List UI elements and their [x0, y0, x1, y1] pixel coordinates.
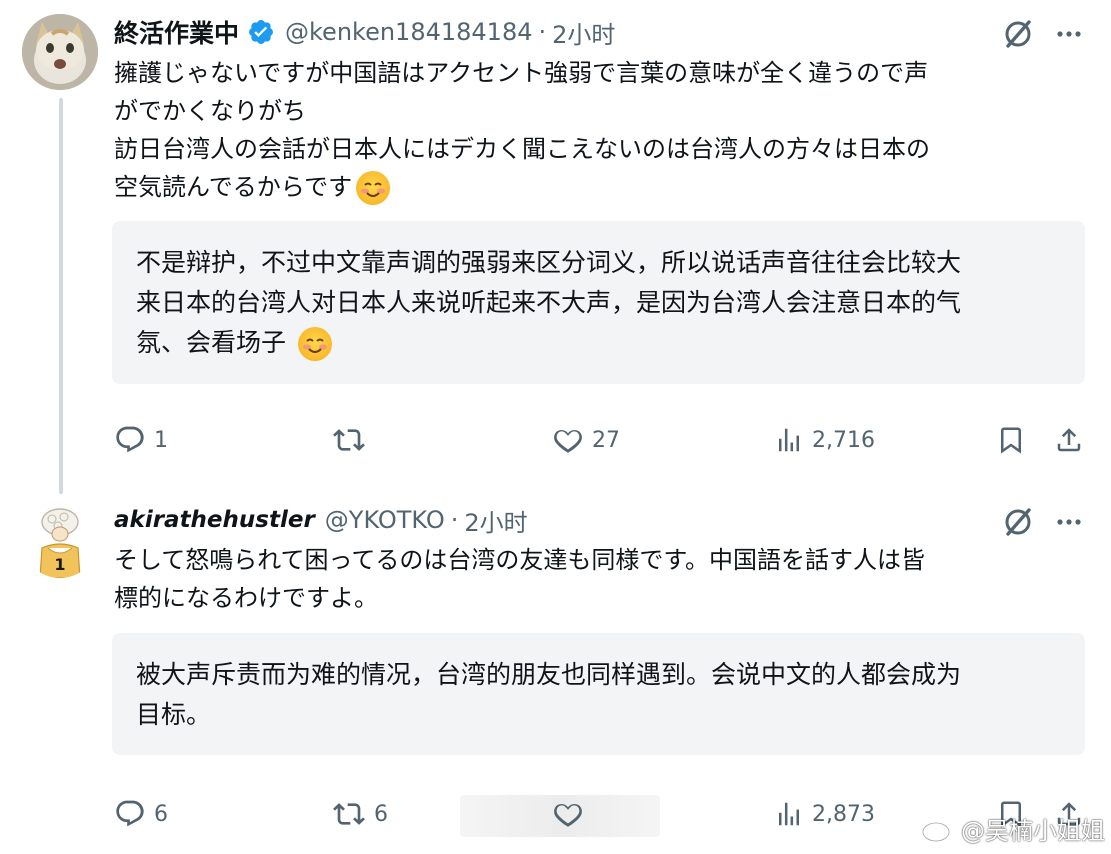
- user-handle[interactable]: @YKOTKO: [325, 506, 445, 534]
- tweet-text-line: 訪日台湾人の会話が日本人にはデカく聞こえないのは台湾人の方々は日本の: [114, 135, 930, 163]
- reply-count: 6: [154, 801, 168, 827]
- tweet-header: akirathehustler @YKOTKO · 2小时: [114, 502, 528, 538]
- translation-line: 目标。: [136, 700, 212, 729]
- tweet-text-line: 空気読んでるからです: [114, 173, 353, 201]
- tweet-text-line: がでかくなりがち: [114, 97, 306, 125]
- reply-button[interactable]: 1: [114, 424, 168, 456]
- retweet-icon: [333, 429, 365, 451]
- emoji-smiling-blush-icon: [298, 327, 333, 361]
- translation-line-with-emoji: 氛、会看场子: [136, 323, 961, 363]
- grok-icon[interactable]: [1002, 506, 1034, 538]
- tweet-header: 終活作業中 @kenken184184184 · 2小时: [114, 14, 615, 50]
- display-name[interactable]: 終活作業中: [114, 14, 239, 50]
- translation-box: 被大声斥责而为难的情况，台湾的朋友也同样遇到。会说中文的人都会成为 目标。: [112, 633, 1085, 755]
- tweet-text-line: 擁護じゃないですが中国語はアクセント強弱で言葉の意味が全く違うので声: [114, 59, 929, 87]
- verified-badge-icon: [249, 20, 273, 44]
- translation-line: 氛、会看场子: [136, 328, 287, 357]
- reply-button[interactable]: 6: [114, 798, 168, 830]
- tweet-text-line: 標的になるわけですよ。: [114, 584, 378, 612]
- views-button[interactable]: 2,873: [774, 798, 875, 830]
- translation-line: 不是辩护，不过中文靠声调的强弱来区分词义，所以说话声音往往会比较大: [136, 248, 962, 277]
- separator-dot: ·: [450, 506, 459, 534]
- views-count: 2,873: [812, 801, 875, 827]
- svg-text:1: 1: [54, 555, 65, 574]
- translation-text: 不是辩护，不过中文靠声调的强弱来区分词义，所以说话声音往往会比较大 来日本的台湾…: [136, 243, 961, 363]
- cat-avatar-icon: [22, 14, 98, 90]
- retweet-button[interactable]: [332, 424, 374, 456]
- like-count: 27: [592, 427, 620, 453]
- more-icon[interactable]: [1054, 19, 1084, 49]
- retweet-button[interactable]: 6: [332, 798, 388, 830]
- tweet-text-line: そして怒鳴られて困ってるのは台湾の友達も同様です。中国語を話す人は皆: [114, 546, 925, 574]
- timestamp[interactable]: 2小时: [552, 15, 615, 50]
- tweet-text-line-with-emoji: 空気読んでるからです: [114, 168, 1074, 206]
- weibo-watermark: @吴楠小姐姐: [921, 811, 1105, 846]
- more-icon[interactable]: [1054, 507, 1084, 537]
- views-button[interactable]: 2,716: [774, 424, 875, 456]
- tweet-text: 擁護じゃないですが中国語はアクセント強弱で言葉の意味が全く違うので声 がでかくな…: [114, 54, 1074, 206]
- tweet-top-actions: [1002, 18, 1084, 50]
- avatar[interactable]: [22, 14, 98, 90]
- tweet-text: そして怒鳴られて困ってるのは台湾の友達も同様です。中国語を話す人は皆 標的になる…: [114, 541, 1074, 617]
- translation-line: 来日本的台湾人对日本人来说听起来不大声，是因为台湾人会注意日本的气: [136, 288, 962, 317]
- like-button[interactable]: 27: [552, 424, 620, 456]
- views-icon: [779, 428, 799, 452]
- like-button[interactable]: [552, 798, 592, 830]
- like-icon: [554, 804, 582, 827]
- avatar[interactable]: 1: [22, 502, 98, 578]
- separator-dot: ·: [538, 18, 547, 46]
- thread-connector-line: [59, 98, 63, 494]
- like-icon: [554, 430, 582, 453]
- retweet-count: 6: [374, 801, 388, 827]
- emoji-smiling-blush-icon: [356, 171, 391, 205]
- watermark-text: @吴楠小姐姐: [961, 817, 1105, 845]
- retweet-icon: [333, 803, 365, 825]
- grok-icon[interactable]: [1002, 18, 1034, 50]
- reply-count: 1: [154, 427, 168, 453]
- basketball-player-avatar-icon: 1: [22, 502, 98, 578]
- user-handle[interactable]: @kenken184184184: [285, 18, 532, 46]
- views-count: 2,716: [812, 427, 875, 453]
- translation-box: 不是辩护，不过中文靠声调的强弱来区分词义，所以说话声音往往会比较大 来日本的台湾…: [112, 221, 1085, 384]
- weibo-icon: [921, 817, 954, 842]
- timestamp[interactable]: 2小时: [464, 503, 527, 538]
- translation-line: 被大声斥责而为难的情况，台湾的朋友也同样遇到。会说中文的人都会成为: [136, 660, 962, 689]
- reply-icon: [116, 800, 144, 827]
- views-icon: [779, 802, 799, 826]
- reply-icon: [116, 426, 144, 453]
- tweet-top-actions: [1002, 506, 1084, 538]
- share-icon[interactable]: [1054, 424, 1084, 456]
- display-name[interactable]: akirathehustler: [114, 507, 315, 533]
- translation-text: 被大声斥责而为难的情况，台湾的朋友也同样遇到。会说中文的人都会成为 目标。: [136, 655, 961, 735]
- bookmark-icon[interactable]: [996, 424, 1026, 456]
